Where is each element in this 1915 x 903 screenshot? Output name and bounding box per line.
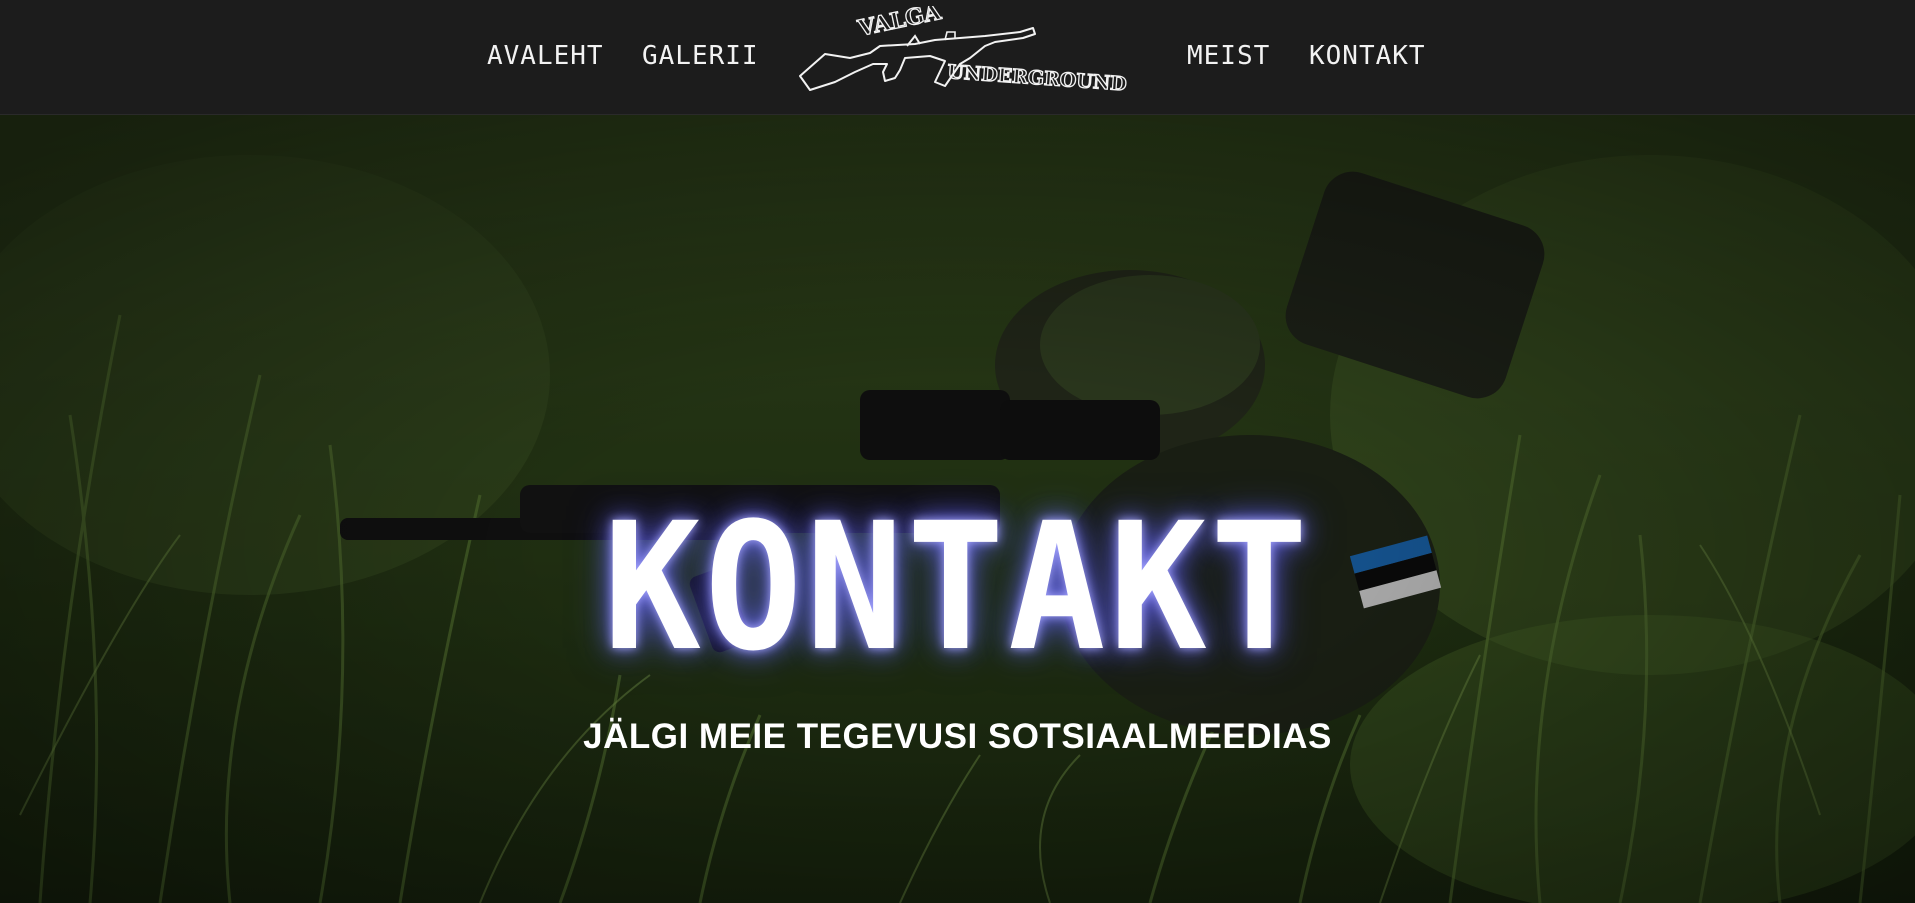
top-navbar: AVALEHT GALERII VALGA UNDERGROUND MEIST … [0,0,1915,115]
nav-link-galerii[interactable]: GALERII [642,40,759,72]
logo-text-valga: VALGA [855,6,944,42]
site-logo[interactable]: VALGA UNDERGROUND [795,6,1150,110]
hero-title: KONTAKT [603,485,1312,690]
nav-link-meist[interactable]: MEIST [1187,40,1270,72]
rifle-logo-icon: VALGA UNDERGROUND [799,6,1128,96]
nav-link-kontakt[interactable]: KONTAKT [1309,40,1426,72]
hero-banner: KONTAKT JÄLGI MEIE TEGEVUSI SOTSIAALMEED… [0,115,1915,903]
nav-link-avaleht[interactable]: AVALEHT [487,40,604,72]
hero-subtitle: JÄLGI MEIE TEGEVUSI SOTSIAALMEEDIAS [583,717,1332,756]
logo-text-underground: UNDERGROUND [947,61,1128,95]
